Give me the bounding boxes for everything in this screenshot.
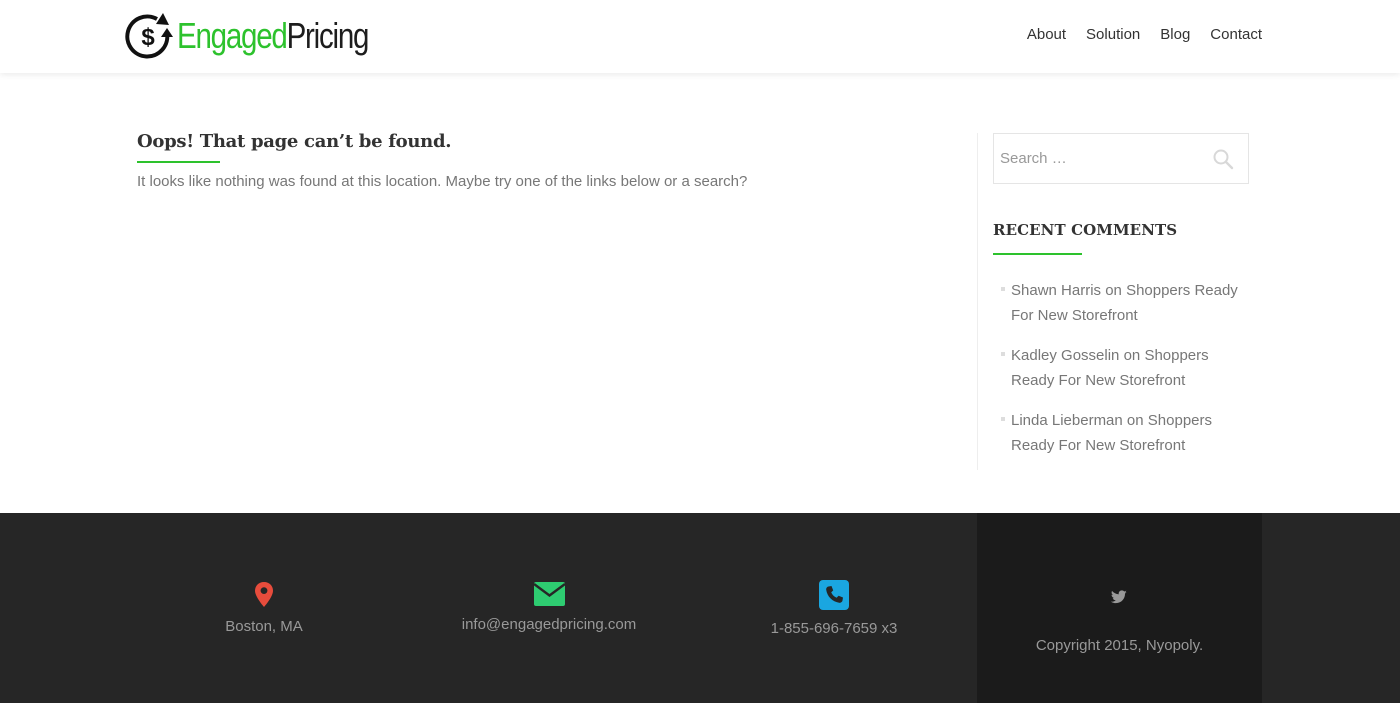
comment-connector: on: [1122, 412, 1148, 429]
title-underline: [137, 161, 220, 163]
copyright-text: Copyright 2015, Nyopoly.: [1035, 637, 1204, 654]
svg-text:$: $: [141, 24, 155, 51]
sidebar-divider: [977, 133, 978, 470]
page-title: Oops! That page can’t be found.: [137, 131, 452, 152]
not-found-message: It looks like nothing was found at this …: [137, 173, 748, 190]
logo-wordmark: EngagedPricing: [177, 15, 370, 57]
nav-blog-link[interactable]: Blog: [1160, 24, 1190, 46]
comment-author-link[interactable]: Linda Lieberman: [1011, 412, 1123, 429]
bullet-icon: [1001, 417, 1005, 421]
footer-phone: 1-855-696-7659 x3: [734, 580, 934, 637]
recent-comments-title: RECENT COMMENTS: [993, 221, 1178, 239]
comment-author-link[interactable]: Shawn Harris: [1011, 282, 1101, 299]
comment-connector: on: [1119, 347, 1145, 364]
site-header: $ EngagedPricing About Solution Blog Con…: [0, 0, 1400, 73]
search-icon[interactable]: [1212, 148, 1234, 170]
footer-location-text: Boston, MA: [225, 618, 303, 635]
widget-underline: [993, 253, 1082, 255]
site-logo[interactable]: $ EngagedPricing: [123, 11, 410, 61]
comment-connector: on: [1101, 282, 1127, 299]
site-footer: Boston, MA info@engagedpricing.com 1-855…: [0, 513, 1400, 703]
search-form: [993, 133, 1249, 184]
comment-item: Linda Lieberman on Shoppers Ready For Ne…: [1001, 408, 1251, 458]
comment-item: Kadley Gosselin on Shoppers Ready For Ne…: [1001, 343, 1251, 393]
twitter-icon[interactable]: [1111, 590, 1127, 604]
comment-author-link[interactable]: Kadley Gosselin: [1011, 347, 1119, 364]
bullet-icon: [1001, 352, 1005, 356]
nav-about-link[interactable]: About: [1027, 24, 1066, 46]
logo-text-engaged: Engaged: [177, 15, 288, 56]
logo-text-pricing: Pricing: [286, 15, 370, 56]
map-pin-icon: [255, 582, 273, 607]
envelope-icon: [533, 582, 565, 606]
dollar-cycle-icon: $: [125, 13, 173, 59]
bullet-icon: [1001, 287, 1005, 291]
main-nav: About Solution Blog Contact: [1007, 24, 1262, 46]
comment-item: Shawn Harris on Shoppers Ready For New S…: [1001, 278, 1251, 328]
footer-email: info@engagedpricing.com: [449, 582, 649, 633]
footer-social-panel: [977, 513, 1262, 703]
nav-solution-link[interactable]: Solution: [1086, 24, 1140, 46]
nav-contact-link[interactable]: Contact: [1210, 24, 1262, 46]
footer-phone-text: 1-855-696-7659 x3: [770, 620, 898, 637]
search-input[interactable]: [995, 135, 1195, 182]
recent-comments-list: Shawn Harris on Shoppers Ready For New S…: [1001, 278, 1251, 473]
footer-location: Boston, MA: [164, 581, 364, 635]
footer-email-link[interactable]: info@engagedpricing.com: [449, 616, 649, 633]
phone-icon: [819, 580, 849, 610]
